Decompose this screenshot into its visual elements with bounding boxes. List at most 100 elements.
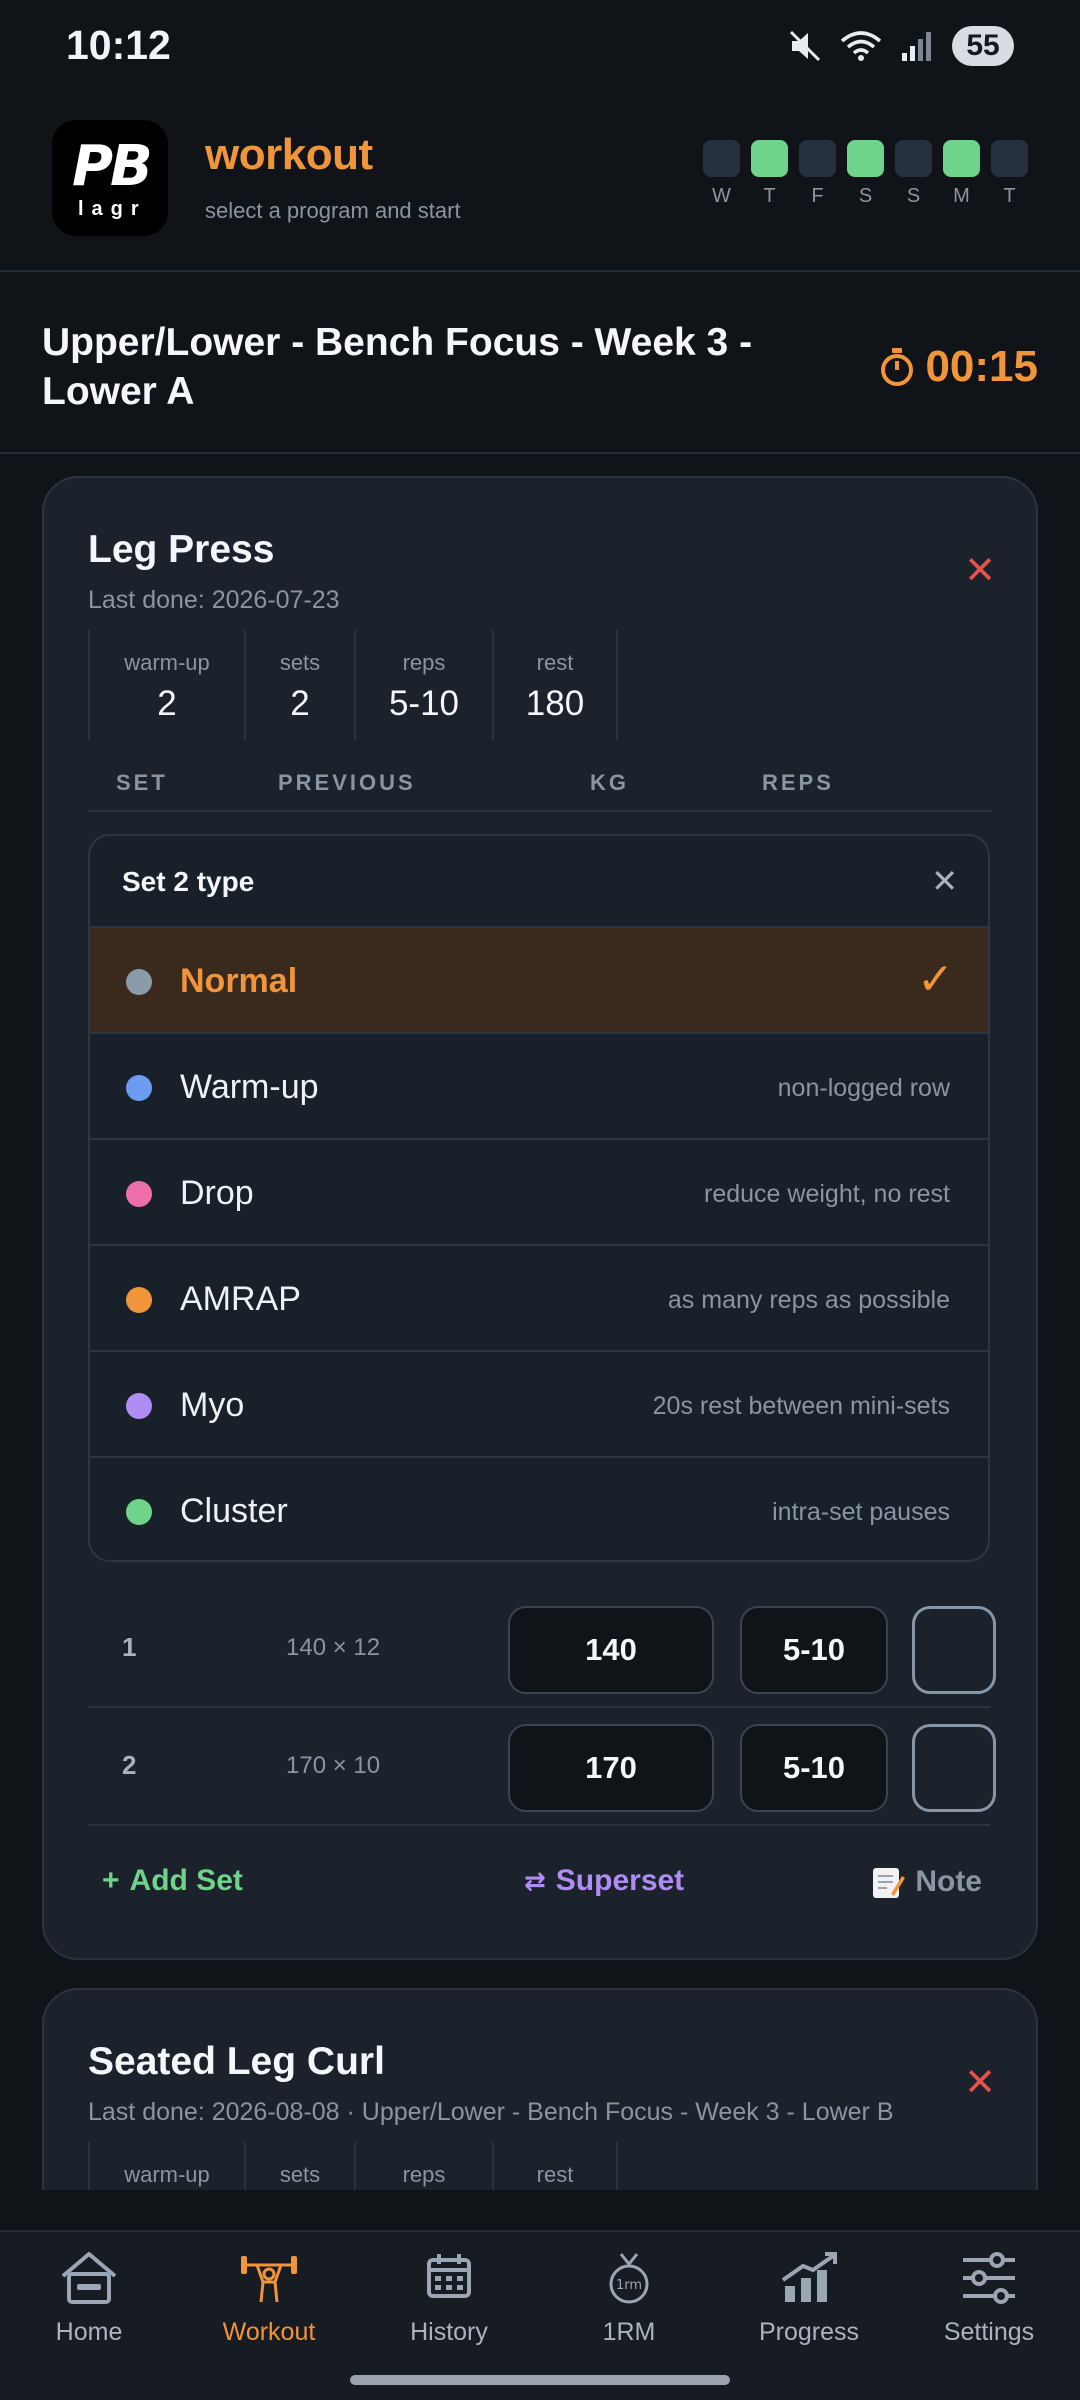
type-color-dot [126,1075,152,1101]
day-indicator [799,140,836,177]
day-indicator [895,140,932,177]
nav-progress[interactable]: Progress [729,2250,889,2347]
stat-sets[interactable]: sets 2 [244,630,356,740]
nav-workout[interactable]: Workout [189,2250,349,2347]
note-icon [873,1868,906,1898]
set-type-option-warmup[interactable]: Warm-up non-logged row [90,1034,988,1140]
stat-sets[interactable]: sets [244,2142,356,2190]
nav-label: Workout [222,2318,316,2346]
stat-reps[interactable]: reps 5-10 [354,630,494,740]
week-day: S [895,140,932,208]
exercise-last-done: Last done: 2026-07-23 [88,586,340,614]
stopwatch-icon [881,348,914,386]
swap-icon: ⇄ [524,1865,546,1896]
calendar-icon [427,2254,471,2298]
status-time: 10:12 [66,22,171,68]
day-label: S [906,185,921,207]
day-indicator [991,140,1028,177]
note-button[interactable]: Note [871,1864,982,1900]
set-type-option-cluster[interactable]: Cluster intra-set pauses [90,1458,988,1560]
week-day: T [991,140,1028,208]
kg-input[interactable]: 140 [508,1606,714,1694]
home-indicator[interactable] [350,2375,730,2385]
note-label: Note [915,1865,982,1898]
week-day: F [799,140,836,208]
week-day: T [751,140,788,208]
remove-exercise-button[interactable]: ✕ [964,2064,996,2102]
stat-label: sets [279,2162,321,2187]
day-label: F [811,185,824,207]
plus-icon: + [102,1864,120,1897]
stat-rest[interactable]: rest [492,2142,618,2190]
nav-label: History [410,2318,488,2346]
option-name: Normal [180,962,298,1000]
set-complete-checkbox[interactable] [912,1606,996,1694]
program-bar: Upper/Lower - Bench Focus - Week 3 - Low… [0,274,1080,454]
stat-warmup[interactable]: warm-up 2 [88,630,246,740]
add-set-label: Add Set [129,1864,243,1897]
nav-settings[interactable]: Settings [909,2250,1069,2347]
set-number[interactable]: 1 [122,1632,136,1663]
stat-warmup[interactable]: warm-up [88,2142,246,2190]
wifi-icon [840,31,882,61]
exercise-actions: + Add Set ⇄ Superset Note [88,1854,992,1914]
day-label: M [953,185,970,207]
add-set-button[interactable]: + Add Set [102,1864,243,1898]
nav-home[interactable]: Home [9,2250,169,2347]
stat-rest[interactable]: rest 180 [492,630,618,740]
1rm-icon: 1rm [609,2253,649,2304]
superset-button[interactable]: ⇄ Superset [524,1864,684,1898]
logo-subtext: lagr [78,198,147,220]
reps-input[interactable]: 5-10 [740,1606,888,1694]
set-type-option-myo[interactable]: Myo 20s rest between mini-sets [90,1352,988,1458]
exercise-stats: warm-up sets reps rest [88,2142,618,2190]
exercise-last-done: Last done: 2026-08-08 · Upper/Lower - Be… [88,2098,894,2126]
set-type-option-amrap[interactable]: AMRAP as many reps as possible [90,1246,988,1352]
nav-1rm[interactable]: 1rm 1RM [549,2250,709,2347]
nav-label: Progress [758,2318,860,2346]
option-description: reduce weight, no rest [704,1180,950,1208]
settings-icon [963,2252,1015,2304]
exercise-name: Seated Leg Curl [88,2040,385,2083]
day-label: W [712,185,731,207]
remove-exercise-button[interactable]: ✕ [964,552,996,590]
battery-indicator: 55 [952,26,1014,66]
day-label: T [763,185,776,207]
type-color-dot [126,969,152,995]
check-icon: ✓ [917,955,954,1004]
column-previous: PREVIOUS [278,770,416,795]
option-description: as many reps as possible [667,1286,950,1314]
option-name: Myo [180,1386,245,1424]
nav-label: 1RM [602,2318,656,2346]
reps-input[interactable]: 5-10 [740,1724,888,1812]
app-subtitle: select a program and start [205,198,461,223]
week-day: W [703,140,740,208]
stat-label: reps [402,650,446,675]
day-label: S [858,185,873,207]
type-color-dot [126,1499,152,1525]
stat-value: 180 [525,684,585,723]
exercise-list[interactable]: Leg Press Last done: 2026-07-23 ✕ warm-u… [0,456,1080,2190]
nav-label: Home [55,2318,123,2346]
set-number[interactable]: 2 [122,1750,136,1781]
status-bar: 10:12 55 [0,0,1080,90]
program-title: Upper/Lower - Bench Focus - Week 3 - Low… [42,321,753,413]
option-description: 20s rest between mini-sets [652,1392,950,1420]
superset-label: Superset [555,1864,685,1897]
type-color-dot [126,1181,152,1207]
workout-icon [241,2256,297,2303]
column-reps: REPS [762,770,834,795]
close-menu-button[interactable]: ✕ [931,862,958,900]
stat-reps[interactable]: reps [354,2142,494,2190]
status-icons: 55 [788,24,1014,68]
set-complete-checkbox[interactable] [912,1724,996,1812]
nav-label: Settings [943,2318,1035,2346]
stat-label: warm-up [124,650,210,675]
set-type-option-drop[interactable]: Drop reduce weight, no rest [90,1140,988,1246]
set-type-option-normal[interactable]: Normal ✓ [90,928,988,1034]
kg-input[interactable]: 170 [508,1724,714,1812]
workout-timer[interactable]: 00:15 [879,342,1038,392]
exercise-name: Leg Press [88,528,275,571]
nav-history[interactable]: History [369,2250,529,2347]
stat-value: 5-10 [388,684,460,723]
